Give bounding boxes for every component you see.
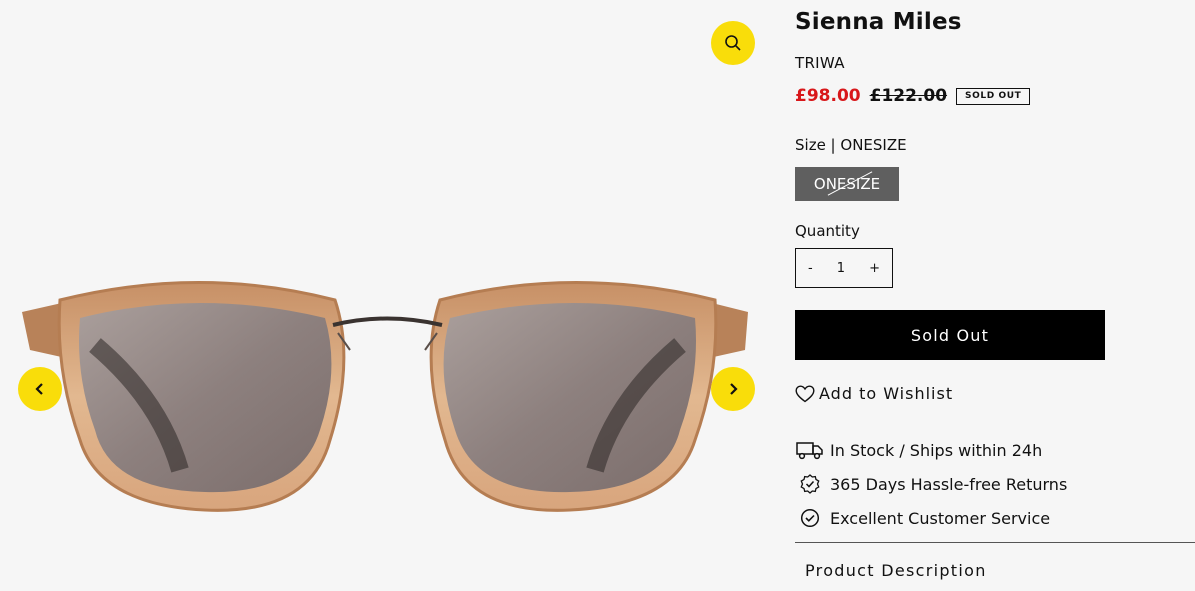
product-gallery	[0, 0, 775, 591]
quantity-label: Quantity	[795, 222, 860, 240]
size-label: Size | ONESIZE	[795, 136, 907, 154]
truck-icon	[795, 440, 825, 460]
product-image	[22, 281, 748, 512]
quantity-increase-button[interactable]: +	[869, 261, 880, 276]
heart-icon	[795, 384, 815, 402]
circle-check-icon	[795, 508, 825, 528]
divider	[795, 542, 1195, 543]
magnifier-icon	[725, 35, 741, 51]
chevron-left-icon	[35, 383, 43, 395]
badge-check-icon	[795, 474, 825, 494]
quantity-decrease-button[interactable]: -	[808, 261, 813, 276]
zoom-button[interactable]	[711, 21, 755, 65]
product-description-toggle[interactable]: Product Description	[805, 561, 987, 580]
sold-out-button[interactable]: Sold Out	[795, 310, 1105, 360]
feature-text: In Stock / Ships within 24h	[830, 440, 1043, 460]
product-title: Sienna Miles	[795, 9, 962, 35]
size-option-onesize[interactable]: ONESIZE	[795, 167, 899, 201]
previous-image-button[interactable]	[18, 367, 62, 411]
sold-out-badge: SOLD OUT	[956, 87, 1031, 105]
add-to-wishlist-button[interactable]: Add to Wishlist	[795, 384, 953, 403]
sale-price: £98.00	[795, 86, 861, 106]
feature-shipping: In Stock / Ships within 24h	[795, 440, 1042, 460]
feature-text: 365 Days Hassle-free Returns	[830, 474, 1068, 494]
feature-service: Excellent Customer Service	[795, 508, 1050, 528]
product-brand: TRIWA	[795, 54, 845, 72]
next-image-button[interactable]	[711, 367, 755, 411]
product-info: Sienna Miles TRIWA £98.00 £122.00 SOLD O…	[795, 0, 1195, 591]
quantity-stepper: - 1 +	[795, 248, 893, 288]
price-row: £98.00 £122.00 SOLD OUT	[795, 86, 1031, 106]
feature-text: Excellent Customer Service	[830, 508, 1051, 528]
quantity-input[interactable]: 1	[837, 261, 845, 276]
wishlist-label: Add to Wishlist	[819, 384, 954, 403]
original-price: £122.00	[869, 86, 948, 106]
feature-returns: 365 Days Hassle-free Returns	[795, 474, 1067, 494]
chevron-right-icon	[730, 383, 738, 395]
